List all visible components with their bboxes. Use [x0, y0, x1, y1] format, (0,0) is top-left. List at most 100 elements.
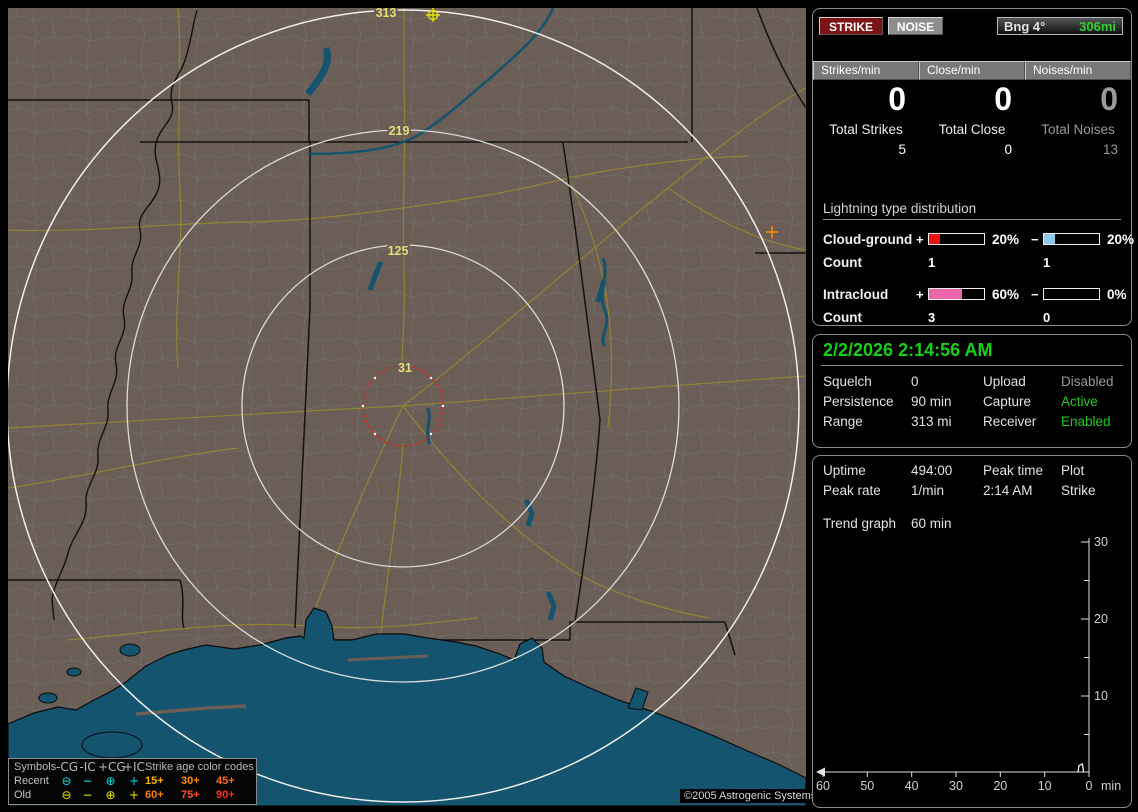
capture-label: Capture	[983, 394, 1032, 409]
strikes-per-min-value: 0	[888, 81, 906, 117]
persistence-value: 90 min	[911, 394, 952, 409]
plot-label: Plot	[1061, 463, 1085, 478]
upload-label: Upload	[983, 374, 1026, 389]
strikes-column: Strikes/min 0 Total Strikes 5	[813, 61, 919, 157]
status-panel: 2/2/2026 2:14:56 AM Squelch 0 Upload Dis…	[812, 334, 1132, 448]
legend-symbols-title: Symbols	[14, 761, 57, 773]
ic-minus-bar	[1043, 288, 1100, 300]
uptime-label: Uptime	[823, 463, 866, 478]
peak-time-value: 2:14 AM	[983, 483, 1033, 498]
recent-pic-icon: +	[128, 774, 140, 788]
legend-col-pic: +IC	[123, 760, 145, 774]
range-value: 313 mi	[911, 414, 952, 429]
trend-graph: 30 20 10 60 50 40 30 20 10 0 min	[816, 535, 1121, 793]
lightning-map[interactable]: 313 219 125 31 Symbols -CG -IC +CG +IC S…	[8, 8, 821, 806]
divider	[821, 365, 1123, 366]
squelch-label: Squelch	[823, 374, 872, 389]
trend-graph-label: Trend graph	[823, 516, 897, 531]
total-close-label: Total Close	[938, 122, 1006, 137]
cg-plus-bar	[928, 233, 985, 245]
copyright-text: ©2005 Astrogenic Systems	[680, 789, 821, 803]
x-axis-arrow-icon	[816, 767, 825, 777]
map-canvas: 313 219 125 31	[8, 8, 806, 806]
old-pcg-icon: ⊕	[105, 788, 116, 802]
total-close-value: 0	[1004, 142, 1012, 157]
distribution-title: Lightning type distribution	[823, 201, 1121, 220]
peak-time-label: Peak time	[983, 463, 1044, 478]
legend-row-recent-label: Recent	[14, 775, 49, 787]
ic-plus-bar	[928, 288, 985, 300]
age-45: 45+	[216, 775, 235, 787]
bearing-label: Bng 4°	[1004, 18, 1046, 34]
app-window: 313 219 125 31 Symbols -CG -IC +CG +IC S…	[0, 0, 1138, 812]
minus-sign: −	[1031, 231, 1039, 247]
close-column: Close/min 0 Total Close 0	[919, 61, 1025, 157]
legend-row-old-label: Old	[14, 789, 32, 801]
receiver-value: Enabled	[1061, 414, 1111, 429]
count-label: Count	[823, 255, 862, 270]
recent-nic-icon: −	[82, 774, 93, 788]
noises-per-min-button[interactable]: Noises/min	[1025, 61, 1131, 80]
cg-minus-bar	[1043, 233, 1100, 245]
ring-label-219: 219	[389, 124, 410, 138]
trend-window-value: 60 min	[911, 516, 952, 531]
cg-plus-count: 1	[928, 255, 936, 270]
y-tick-30: 30	[1094, 535, 1108, 549]
x-tick-0: 0	[1086, 779, 1093, 793]
cloud-ground-label: Cloud-ground	[823, 231, 913, 247]
ic-plus-count: 3	[928, 310, 936, 325]
legend-col-pcg: +CG	[98, 760, 126, 774]
legend-age-title: Strike age color codes	[145, 761, 254, 773]
x-tick-40: 40	[905, 779, 919, 793]
ic-plus-pct: 60%	[992, 286, 1020, 302]
old-ncg-icon: ⊖	[61, 788, 72, 802]
counters-grid: Strikes/min 0 Total Strikes 5 Close/min …	[813, 61, 1131, 157]
range-label: Range	[823, 414, 863, 429]
recent-pcg-icon: ⊕	[105, 774, 116, 788]
minus-sign: −	[1031, 286, 1039, 302]
uptime-grid: Uptime 494:00 Peak time Plot Peak rate 1…	[823, 464, 1125, 498]
intracloud-label: Intracloud	[823, 286, 889, 302]
peak-rate-label: Peak rate	[823, 483, 881, 498]
ring-label-313: 313	[376, 8, 397, 20]
ring-label-31: 31	[398, 361, 412, 375]
squelch-value: 0	[911, 374, 919, 389]
ic-minus-count: 0	[1043, 310, 1051, 325]
age-75: 75+	[181, 789, 200, 801]
count-label: Count	[823, 310, 862, 325]
cg-minus-count: 1	[1043, 255, 1051, 270]
ring-label-125: 125	[388, 244, 409, 258]
total-strikes-value: 5	[898, 142, 906, 157]
close-per-min-value: 0	[994, 81, 1012, 117]
plus-sign: +	[916, 231, 924, 247]
plus-sign: +	[916, 286, 924, 302]
age-60: 60+	[145, 789, 164, 801]
cloud-ground-row: Cloud-ground + 20% − 20%	[823, 231, 1134, 247]
map-legend: Symbols -CG -IC +CG +IC Strike age color…	[8, 758, 257, 805]
x-tick-50: 50	[860, 779, 874, 793]
capture-value: Active	[1061, 394, 1098, 409]
strike-button[interactable]: STRIKE	[819, 17, 883, 35]
cg-plus-pct: 20%	[992, 231, 1020, 247]
x-tick-30: 30	[949, 779, 963, 793]
noise-button[interactable]: NOISE	[888, 17, 943, 35]
bearing-range: 306mi	[1079, 18, 1116, 34]
intracloud-row: Intracloud + 60% − 0%	[823, 286, 1127, 302]
plot-value: Strike	[1061, 483, 1096, 498]
upload-value: Disabled	[1061, 374, 1114, 389]
legend-col-nic: -IC	[79, 760, 96, 774]
cloud-ground-count-row: Count 1 1	[823, 255, 1121, 270]
close-per-min-button[interactable]: Close/min	[919, 61, 1025, 80]
total-noises-value: 13	[1102, 142, 1118, 157]
y-tick-10: 10	[1094, 689, 1108, 703]
peak-rate-value: 1/min	[911, 483, 945, 498]
trend-spike	[1077, 763, 1085, 773]
total-noises-label: Total Noises	[1041, 122, 1115, 137]
counter-panel: STRIKE NOISE Bng 4° 306mi Strikes/min 0 …	[812, 8, 1134, 326]
x-tick-60: 60	[816, 779, 830, 793]
x-tick-10: 10	[1038, 779, 1052, 793]
cg-minus-pct: 20%	[1107, 231, 1135, 247]
old-pic-icon: +	[128, 788, 140, 802]
strikes-per-min-button[interactable]: Strikes/min	[813, 61, 919, 80]
age-90: 90+	[216, 789, 235, 801]
